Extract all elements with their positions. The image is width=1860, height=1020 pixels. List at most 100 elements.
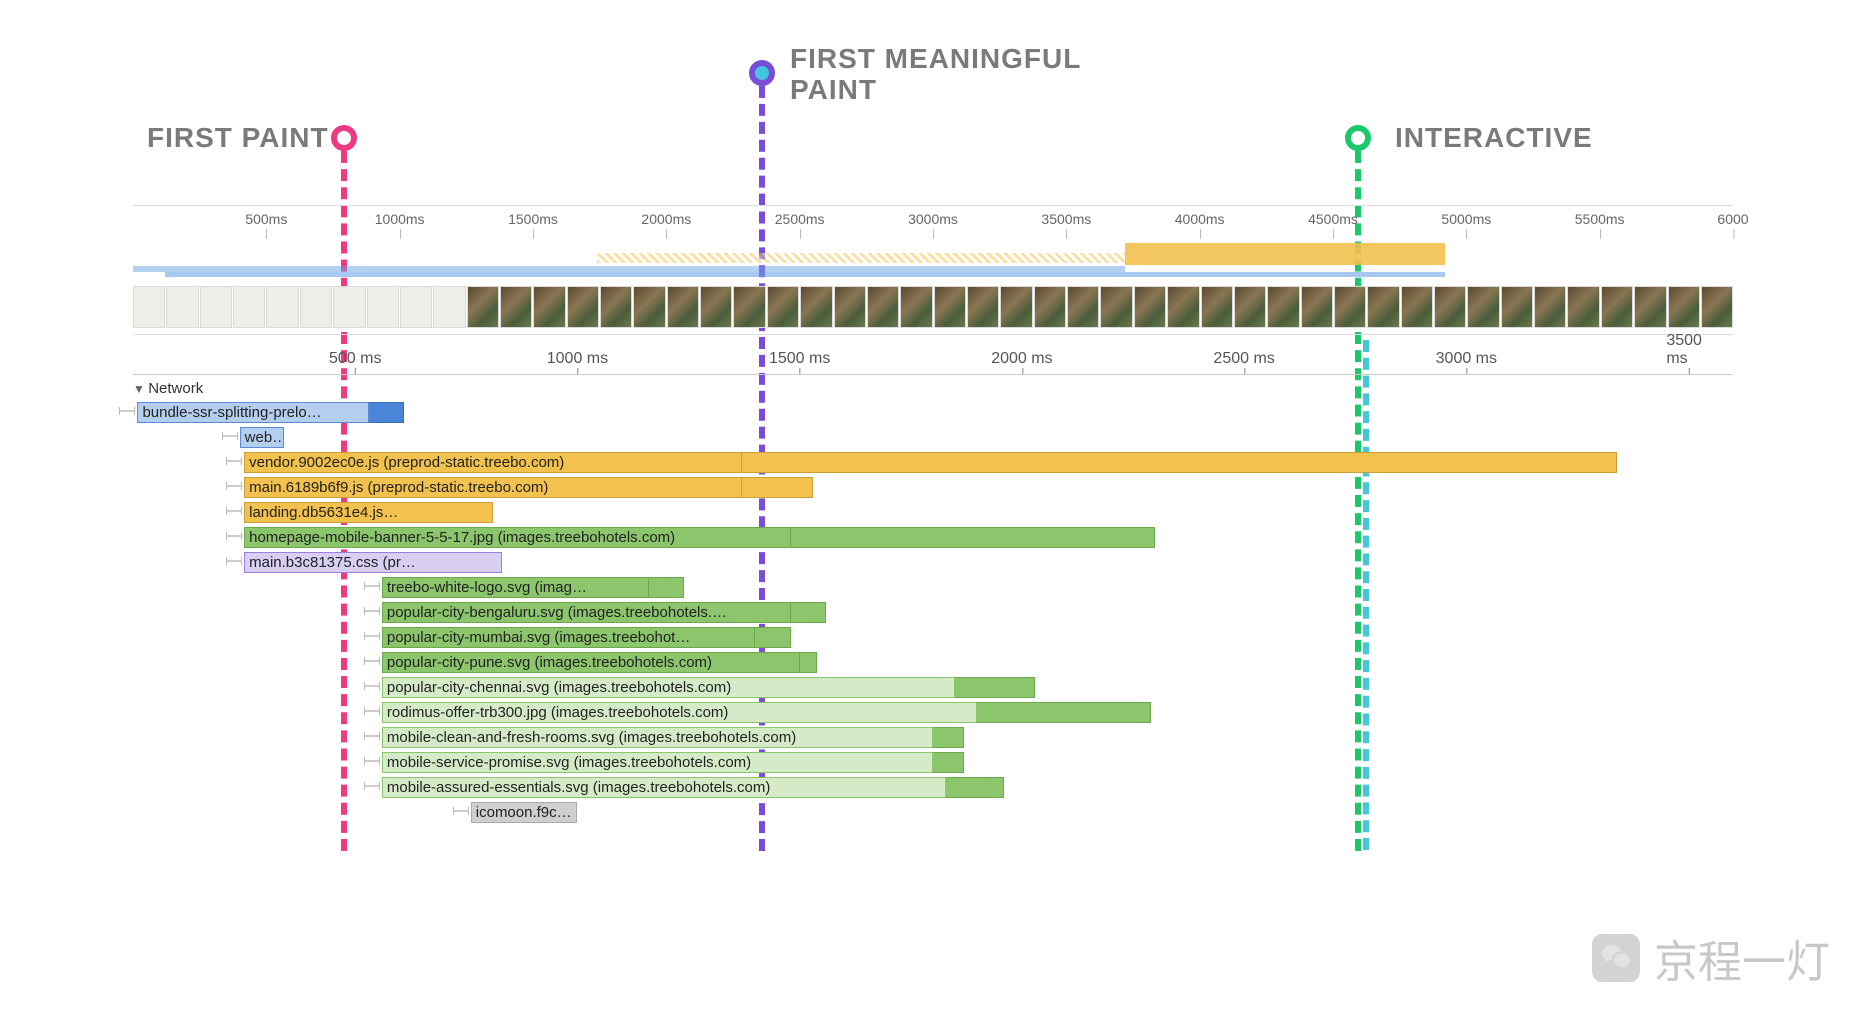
first-paint-label: FIRST PAINT [147, 123, 329, 154]
filmstrip-frame [667, 286, 699, 328]
overview-tick: 5000ms [1441, 211, 1491, 227]
request-label: icomoon.f9c… [472, 804, 576, 821]
filmstrip-frame [200, 286, 232, 328]
filmstrip-frame [1567, 286, 1599, 328]
network-waterfall[interactable]: bundle-ssr-splitting-prelo… web… vendor.90… [133, 400, 1733, 825]
network-row[interactable]: mobile-clean-and-fresh-rooms.svg (images… [133, 725, 1733, 750]
detail-tick: 2500 ms [1213, 350, 1274, 368]
network-row[interactable]: homepage-mobile-banner-5-5-17.jpg (image… [133, 525, 1733, 550]
network-row[interactable]: popular-city-bengaluru.svg (images.treeb… [133, 600, 1733, 625]
request-whisker [364, 710, 380, 712]
filmstrip-frame [1401, 286, 1433, 328]
request-label: rodimus-offer-trb300.jpg (images.treeboh… [383, 704, 733, 721]
filmstrip-frame [166, 286, 198, 328]
request-bar-tail [955, 677, 1035, 698]
filmstrip-frame [1701, 286, 1733, 328]
request-label: mobile-clean-and-fresh-rooms.svg (images… [383, 729, 800, 746]
fmp-label: FIRST MEANINGFUL PAINT [790, 44, 1150, 106]
request-bar[interactable]: vendor.9002ec0e.js (preprod-static.treeb… [244, 452, 742, 473]
request-whisker [119, 410, 135, 412]
network-row[interactable]: icomoon.f9c… [133, 800, 1733, 825]
overview-tick: 3500ms [1041, 211, 1091, 227]
network-row[interactable]: popular-city-mumbai.svg (images.treeboho… [133, 625, 1733, 650]
request-bar[interactable]: main.b3c81375.css (pr… [244, 552, 502, 573]
request-bar[interactable]: web… [240, 427, 284, 448]
filmstrip-frame [567, 286, 599, 328]
filmstrip-frame [333, 286, 365, 328]
request-whisker [364, 585, 380, 587]
request-bar-tail [791, 602, 827, 623]
request-bar[interactable]: main.6189b6f9.js (preprod-static.treebo.… [244, 477, 742, 498]
network-row[interactable]: main.b3c81375.css (pr… [133, 550, 1733, 575]
detail-tick: 1000 ms [547, 350, 608, 368]
filmstrip-frame [1000, 286, 1032, 328]
request-whisker [226, 535, 242, 537]
network-row[interactable]: bundle-ssr-splitting-prelo… [133, 400, 1733, 425]
filmstrip-frame [400, 286, 432, 328]
request-bar[interactable]: homepage-mobile-banner-5-5-17.jpg (image… [244, 527, 791, 548]
network-row[interactable]: treebo-white-logo.svg (imag… [133, 575, 1733, 600]
detail-tick: 3000 ms [1436, 350, 1497, 368]
filmstrip-frame [600, 286, 632, 328]
overview-tick: 1000ms [375, 211, 425, 227]
request-bar[interactable]: icomoon.f9c… [471, 802, 578, 823]
overview-tick: 1500ms [508, 211, 558, 227]
overview-tick: 6000 [1717, 211, 1748, 227]
network-row[interactable]: popular-city-pune.svg (images.treebohote… [133, 650, 1733, 675]
filmstrip-frame [1467, 286, 1499, 328]
request-bar-tail [369, 402, 405, 423]
filmstrip-frame [1067, 286, 1099, 328]
request-bar-tail [800, 652, 818, 673]
network-row[interactable]: landing.db5631e4.js… [133, 500, 1733, 525]
network-row[interactable]: mobile-assured-essentials.svg (images.tr… [133, 775, 1733, 800]
filmstrip-frame [1534, 286, 1566, 328]
request-whisker [364, 735, 380, 737]
request-bar[interactable]: popular-city-chennai.svg (images.treeboh… [382, 677, 955, 698]
network-row[interactable]: main.6189b6f9.js (preprod-static.treebo.… [133, 475, 1733, 500]
detail-tick: 2000 ms [991, 350, 1052, 368]
request-label: main.b3c81375.css (pr… [245, 554, 420, 571]
request-bar[interactable]: popular-city-bengaluru.svg (images.treeb… [382, 602, 791, 623]
request-label: treebo-white-logo.svg (imag… [383, 579, 591, 596]
request-bar[interactable]: treebo-white-logo.svg (imag… [382, 577, 649, 598]
request-bar[interactable]: popular-city-pune.svg (images.treebohote… [382, 652, 800, 673]
overview-tick: 4500ms [1308, 211, 1358, 227]
request-label: vendor.9002ec0e.js (preprod-static.treeb… [245, 454, 568, 471]
detail-tick: 3500 ms [1666, 332, 1710, 368]
filmstrip-frame [733, 286, 765, 328]
network-row[interactable]: mobile-service-promise.svg (images.treeb… [133, 750, 1733, 775]
request-bar[interactable]: rodimus-offer-trb300.jpg (images.treeboh… [382, 702, 978, 723]
filmstrip-frame [1501, 286, 1533, 328]
request-bar[interactable]: mobile-assured-essentials.svg (images.tr… [382, 777, 946, 798]
filmstrip-frame [433, 286, 465, 328]
network-row[interactable]: web… [133, 425, 1733, 450]
request-bar[interactable]: mobile-clean-and-fresh-rooms.svg (images… [382, 727, 933, 748]
request-bar[interactable]: popular-city-mumbai.svg (images.treeboho… [382, 627, 755, 648]
request-bar[interactable]: mobile-service-promise.svg (images.treeb… [382, 752, 933, 773]
overview-filmstrip [133, 286, 1733, 328]
filmstrip-frame [133, 286, 165, 328]
filmstrip-frame [1367, 286, 1399, 328]
request-label: popular-city-bengaluru.svg (images.treeb… [383, 604, 731, 621]
network-row[interactable]: popular-city-chennai.svg (images.treeboh… [133, 675, 1733, 700]
network-row[interactable]: vendor.9002ec0e.js (preprod-static.treeb… [133, 450, 1733, 475]
request-whisker [364, 785, 380, 787]
network-section-header[interactable]: Network [133, 380, 203, 397]
filmstrip-frame [767, 286, 799, 328]
filmstrip-frame [533, 286, 565, 328]
detail-ruler[interactable]: 500 ms1000 ms1500 ms2000 ms2500 ms3000 m… [133, 345, 1733, 375]
overview-tick: 3000ms [908, 211, 958, 227]
filmstrip-frame [1134, 286, 1166, 328]
request-bar[interactable]: landing.db5631e4.js… [244, 502, 493, 523]
request-whisker [364, 760, 380, 762]
filmstrip-frame [834, 286, 866, 328]
request-bar[interactable]: bundle-ssr-splitting-prelo… [137, 402, 368, 423]
detail-tick: 500 ms [329, 350, 381, 368]
overview-timeline[interactable]: 500ms1000ms1500ms2000ms2500ms3000ms3500m… [133, 205, 1733, 335]
request-label: mobile-service-promise.svg (images.treeb… [383, 754, 755, 771]
network-row[interactable]: rodimus-offer-trb300.jpg (images.treeboh… [133, 700, 1733, 725]
request-whisker [364, 635, 380, 637]
overview-flame [133, 238, 1733, 273]
overview-tick: 5500ms [1575, 211, 1625, 227]
filmstrip-frame [233, 286, 265, 328]
